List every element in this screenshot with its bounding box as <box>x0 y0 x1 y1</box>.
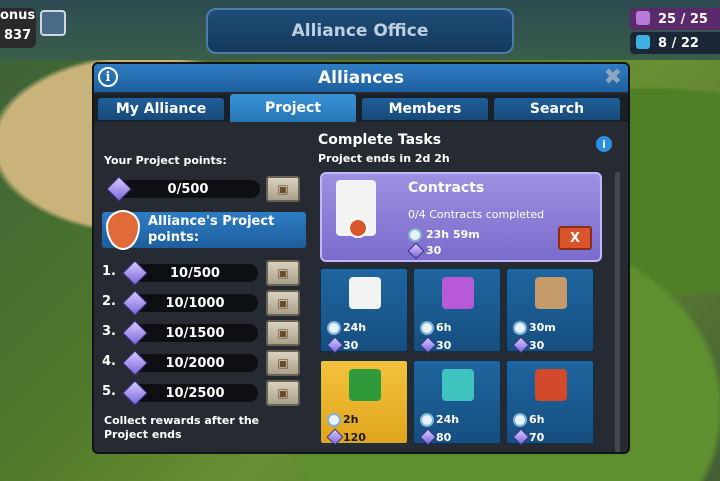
your-points-value: 0/500 <box>116 180 260 198</box>
tasks-scrollbar[interactable] <box>615 172 620 452</box>
panel-title: Alliances <box>318 68 404 88</box>
tasks-column: Complete Tasks Project ends in 2d 2h i C… <box>314 128 624 452</box>
reward-chest-button[interactable]: ▣ <box>266 350 300 376</box>
gem-icon <box>326 336 344 354</box>
alliance-points-row: 1. 10/500 ▣ <box>102 260 302 286</box>
resource-purple-icon <box>636 11 650 25</box>
clock-icon <box>513 321 527 335</box>
cancel-task-button[interactable]: X <box>558 226 592 250</box>
contract-scroll-icon <box>349 277 381 309</box>
gem-icon <box>419 428 437 446</box>
contracts-task-card[interactable]: Contracts 0/4 Contracts completed 23h 59… <box>320 172 602 262</box>
alliances-panel: i Alliances ✖ My Alliance Project Member… <box>92 62 630 454</box>
task-tile[interactable]: 6h 30 <box>413 268 501 354</box>
clock-icon <box>408 228 422 242</box>
contracts-title: Contracts <box>408 180 485 196</box>
your-points-row: 0/500 ▣ <box>102 176 302 202</box>
cardboard-box-icon <box>535 277 567 309</box>
resource-counter-purple: 25 / 25 <box>630 8 720 30</box>
panel-header: i Alliances ✖ <box>94 64 628 92</box>
gem-icon <box>419 336 437 354</box>
close-icon[interactable]: ✖ <box>604 66 622 90</box>
task-tile[interactable]: 24h 30 <box>320 268 408 354</box>
cargo-transfer-icon <box>442 277 474 309</box>
alliance-points-row: 3. 10/1500 ▣ <box>102 320 302 346</box>
tab-my-alliance[interactable]: My Alliance <box>98 98 224 120</box>
task-tile[interactable]: 30m 30 <box>506 268 594 354</box>
task-tile-highlighted[interactable]: 2h 120 <box>320 360 408 446</box>
resource-counter-green: 8 / 22 <box>630 32 720 54</box>
tasks-info-icon[interactable]: i <box>596 136 612 152</box>
clock-icon <box>513 413 527 427</box>
clock-icon <box>420 413 434 427</box>
tab-project[interactable]: Project <box>230 94 356 122</box>
contracts-points: 30 <box>426 244 442 257</box>
alliance-office-title: Alliance Office <box>206 8 514 54</box>
project-points-column: Your Project points: 0/500 ▣ Alliance's … <box>102 128 308 448</box>
alliance-points-row: 4. 10/2000 ▣ <box>102 350 302 376</box>
anchor-icon <box>442 369 474 401</box>
clock-icon <box>420 321 434 335</box>
project-ends-text: Project ends in 2d 2h <box>318 152 450 165</box>
rewards-footer-note: Collect rewards after the Project ends <box>104 414 260 441</box>
tab-members[interactable]: Members <box>362 98 488 120</box>
alliance-points-row: 5. 10/2500 ▣ <box>102 380 302 406</box>
hud-slot-icon[interactable] <box>40 10 66 36</box>
complete-tasks-title: Complete Tasks <box>318 132 442 148</box>
bonus-label: onus <box>0 8 36 23</box>
info-icon[interactable]: i <box>98 67 118 87</box>
roof-tiles-icon <box>535 369 567 401</box>
tab-search[interactable]: Search <box>494 98 620 120</box>
clock-icon <box>327 321 341 335</box>
reward-chest-button[interactable]: ▣ <box>266 290 300 316</box>
task-tile[interactable]: 24h 80 <box>413 360 501 446</box>
reward-chest-button[interactable]: ▣ <box>266 260 300 286</box>
gem-icon <box>326 428 344 446</box>
bonus-counter: onus 837 <box>0 8 36 48</box>
your-points-label: Your Project points: <box>104 154 227 167</box>
reward-chest-button[interactable]: ▣ <box>266 176 300 202</box>
alliance-shield-icon <box>106 210 140 250</box>
reward-chest-button[interactable]: ▣ <box>266 320 300 346</box>
cash-stack-icon <box>349 369 381 401</box>
gem-icon <box>512 428 530 446</box>
task-tile[interactable]: 6h 70 <box>506 360 594 446</box>
alliance-points-row: 2. 10/1000 ▣ <box>102 290 302 316</box>
bonus-value: 837 <box>4 28 32 43</box>
contracts-progress: 0/4 Contracts completed <box>408 208 545 221</box>
resource-blue-icon <box>636 35 650 49</box>
wax-seal-icon <box>348 218 368 238</box>
alliance-points-banner: Alliance's Project points: <box>102 210 306 250</box>
gem-icon <box>407 242 425 260</box>
gem-icon <box>512 336 530 354</box>
tab-bar: My Alliance Project Members Search <box>94 94 628 122</box>
clock-icon <box>327 413 341 427</box>
contracts-time: 23h 59m <box>426 228 480 241</box>
reward-chest-button[interactable]: ▣ <box>266 380 300 406</box>
alliance-points-label: Alliance's Project points: <box>148 214 275 245</box>
